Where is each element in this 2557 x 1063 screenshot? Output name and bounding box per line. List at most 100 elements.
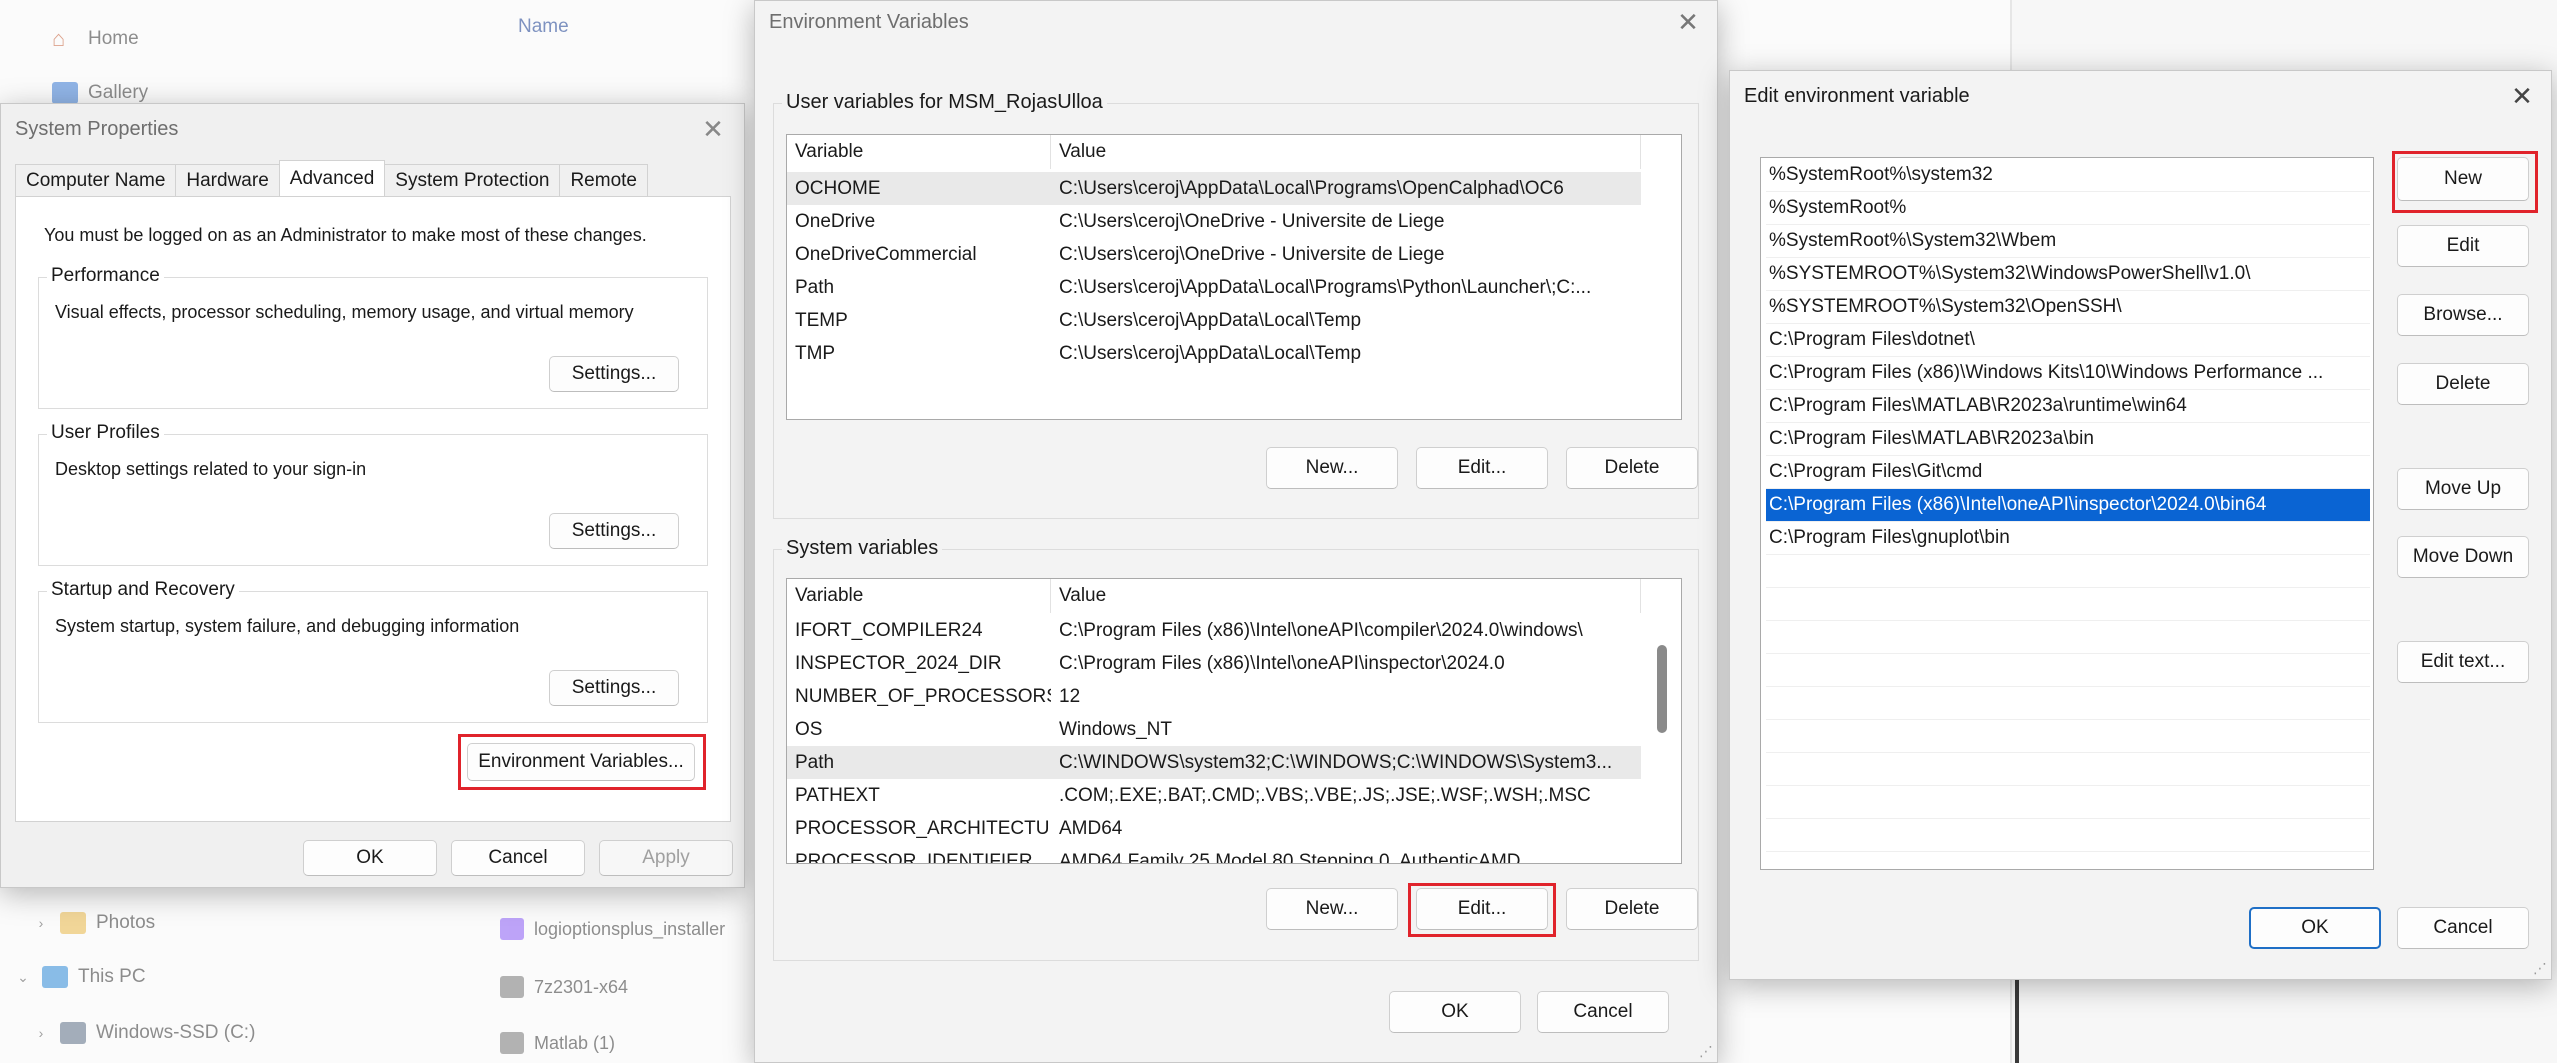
empty-row[interactable] xyxy=(1766,555,2370,588)
list-item[interactable]: 7z2301-x64 xyxy=(500,976,628,998)
ok-button[interactable]: OK xyxy=(2249,907,2381,949)
table-row[interactable]: PATHEXT .COM;.EXE;.BAT;.CMD;.VBS;.VBE;.J… xyxy=(787,779,1641,812)
path-list[interactable]: %SystemRoot%\system32 %SystemRoot% %Syst… xyxy=(1760,157,2374,870)
empty-row[interactable] xyxy=(1766,819,2370,852)
column-header-variable[interactable]: Variable xyxy=(787,579,1051,613)
environment-variables-button[interactable]: Environment Variables... xyxy=(467,743,695,781)
move-up-button[interactable]: Move Up xyxy=(2397,468,2529,510)
list-item[interactable]: %SystemRoot%\system32 xyxy=(1766,159,2370,192)
system-delete-button[interactable]: Delete xyxy=(1566,888,1698,930)
nav-item-windows-ssd[interactable]: › Windows-SSD (C:) xyxy=(32,1022,255,1044)
list-item[interactable]: logioptionsplus_installer xyxy=(500,918,725,940)
table-row[interactable]: TEMP C:\Users\ceroj\AppData\Local\Temp xyxy=(787,304,1641,337)
table-row[interactable]: PROCESSOR_IDENTIFIER AMD64 Family 25 Mod… xyxy=(787,845,1641,864)
column-header-name[interactable]: Name xyxy=(518,16,569,38)
list-item[interactable]: C:\Program Files\MATLAB\R2023a\bin xyxy=(1766,423,2370,456)
column-header-value[interactable]: Value xyxy=(1051,135,1641,169)
resize-grip-icon[interactable]: ⋰ xyxy=(1699,1043,1713,1060)
nav-item-label: Home xyxy=(88,28,139,49)
cancel-button[interactable]: Cancel xyxy=(1537,991,1669,1033)
list-item[interactable]: %SystemRoot%\System32\Wbem xyxy=(1766,225,2370,258)
group-label: User Profiles xyxy=(47,422,164,444)
list-item[interactable]: C:\Program Files\Git\cmd xyxy=(1766,456,2370,489)
ok-button[interactable]: OK xyxy=(1389,991,1521,1033)
user-edit-button[interactable]: Edit... xyxy=(1416,447,1548,489)
user-profiles-settings-button[interactable]: Settings... xyxy=(549,513,679,549)
user-delete-button[interactable]: Delete xyxy=(1566,447,1698,489)
variable-name: OneDriveCommercial xyxy=(795,243,977,265)
list-item[interactable]: %SystemRoot% xyxy=(1766,192,2370,225)
tab-computer-name[interactable]: Computer Name xyxy=(15,164,177,196)
new-button[interactable]: New xyxy=(2397,157,2529,201)
edit-environment-variable-dialog: Edit environment variable ✕ %SystemRoot%… xyxy=(1729,70,2552,980)
table-row[interactable]: NUMBER_OF_PROCESSORS 12 xyxy=(787,680,1641,713)
chevron-right-icon[interactable]: › xyxy=(32,915,50,931)
table-row[interactable]: OneDrive C:\Users\ceroj\OneDrive - Unive… xyxy=(787,205,1641,238)
tab-hardware[interactable]: Hardware xyxy=(175,164,280,196)
table-row[interactable]: Path C:\WINDOWS\system32;C:\WINDOWS;C:\W… xyxy=(787,746,1641,779)
list-item-selected[interactable]: C:\Program Files (x86)\Intel\oneAPI\insp… xyxy=(1766,489,2370,522)
edit-button[interactable]: Edit xyxy=(2397,225,2529,267)
list-item[interactable]: C:\Program Files\dotnet\ xyxy=(1766,324,2370,357)
cancel-button[interactable]: Cancel xyxy=(451,840,585,876)
user-variables-list[interactable]: Variable Value OCHOME C:\Users\ceroj\App… xyxy=(786,134,1682,420)
table-row[interactable]: TMP C:\Users\ceroj\AppData\Local\Temp xyxy=(787,337,1641,370)
chevron-right-icon[interactable]: › xyxy=(32,1025,50,1041)
file-icon xyxy=(500,976,524,998)
list-item[interactable]: %SYSTEMROOT%\System32\OpenSSH\ xyxy=(1766,291,2370,324)
list-item[interactable]: C:\Program Files\MATLAB\R2023a\runtime\w… xyxy=(1766,390,2370,423)
table-row[interactable]: OneDriveCommercial C:\Users\ceroj\OneDri… xyxy=(787,238,1641,271)
empty-row[interactable] xyxy=(1766,753,2370,786)
startup-settings-button[interactable]: Settings... xyxy=(549,670,679,706)
variable-value: C:\Program Files (x86)\Intel\oneAPI\comp… xyxy=(1059,619,1583,641)
empty-row[interactable] xyxy=(1766,786,2370,819)
tab-system-protection[interactable]: System Protection xyxy=(384,164,561,196)
move-down-button[interactable]: Move Down xyxy=(2397,536,2529,578)
delete-button[interactable]: Delete xyxy=(2397,363,2529,405)
column-header-variable[interactable]: Variable xyxy=(787,135,1051,169)
nav-item-gallery[interactable]: Gallery xyxy=(52,82,148,104)
empty-row[interactable] xyxy=(1766,621,2370,654)
empty-row[interactable] xyxy=(1766,654,2370,687)
edit-text-button[interactable]: Edit text... xyxy=(2397,641,2529,683)
system-variables-list[interactable]: Variable Value IFORT_COMPILER24 C:\Progr… xyxy=(786,578,1682,864)
variable-value: C:\Program Files (x86)\Intel\oneAPI\insp… xyxy=(1059,652,1505,674)
list-header: Variable Value xyxy=(787,579,1641,613)
browse-button[interactable]: Browse... xyxy=(2397,294,2529,336)
empty-row[interactable] xyxy=(1766,720,2370,753)
list-item[interactable]: Matlab (1) xyxy=(500,1032,615,1054)
system-edit-button[interactable]: Edit... xyxy=(1416,888,1548,930)
scrollbar-thumb[interactable] xyxy=(1657,645,1667,733)
empty-row[interactable] xyxy=(1766,588,2370,621)
chevron-down-icon[interactable]: ⌄ xyxy=(14,969,32,986)
list-item[interactable]: C:\Program Files (x86)\Windows Kits\10\W… xyxy=(1766,357,2370,390)
ok-button[interactable]: OK xyxy=(303,840,437,876)
cancel-button[interactable]: Cancel xyxy=(2397,907,2529,949)
user-variables-section: User variables for MSM_RojasUlloa Variab… xyxy=(773,91,1699,519)
apply-button[interactable]: Apply xyxy=(599,840,733,876)
performance-settings-button[interactable]: Settings... xyxy=(549,356,679,392)
dialog-title: Environment Variables xyxy=(769,11,969,33)
table-row[interactable]: INSPECTOR_2024_DIR C:\Program Files (x86… xyxy=(787,647,1641,680)
column-header-value[interactable]: Value xyxy=(1051,579,1641,613)
nav-item-photos[interactable]: › Photos xyxy=(32,912,155,934)
variable-name: OCHOME xyxy=(795,177,881,199)
nav-item-this-pc[interactable]: ⌄ This PC xyxy=(14,966,146,988)
close-icon[interactable]: ✕ xyxy=(2505,79,2539,113)
close-icon[interactable]: ✕ xyxy=(696,112,730,146)
list-item[interactable]: C:\Program Files\gnuplot\bin xyxy=(1766,522,2370,555)
system-new-button[interactable]: New... xyxy=(1266,888,1398,930)
table-row[interactable]: Path C:\Users\ceroj\AppData\Local\Progra… xyxy=(787,271,1641,304)
tab-remote[interactable]: Remote xyxy=(559,164,648,196)
list-item[interactable]: %SYSTEMROOT%\System32\WindowsPowerShell\… xyxy=(1766,258,2370,291)
empty-row[interactable] xyxy=(1766,687,2370,720)
close-icon[interactable]: ✕ xyxy=(1671,5,1705,39)
resize-grip-icon[interactable]: ⋰ xyxy=(2533,960,2547,977)
tab-advanced[interactable]: Advanced xyxy=(278,160,386,196)
nav-item-home[interactable]: ⌂ Home xyxy=(52,28,139,50)
table-row[interactable]: IFORT_COMPILER24 C:\Program Files (x86)\… xyxy=(787,614,1641,647)
table-row[interactable]: OCHOME C:\Users\ceroj\AppData\Local\Prog… xyxy=(787,172,1641,205)
table-row[interactable]: OS Windows_NT xyxy=(787,713,1641,746)
table-row[interactable]: PROCESSOR_ARCHITECTU... AMD64 xyxy=(787,812,1641,845)
user-new-button[interactable]: New... xyxy=(1266,447,1398,489)
